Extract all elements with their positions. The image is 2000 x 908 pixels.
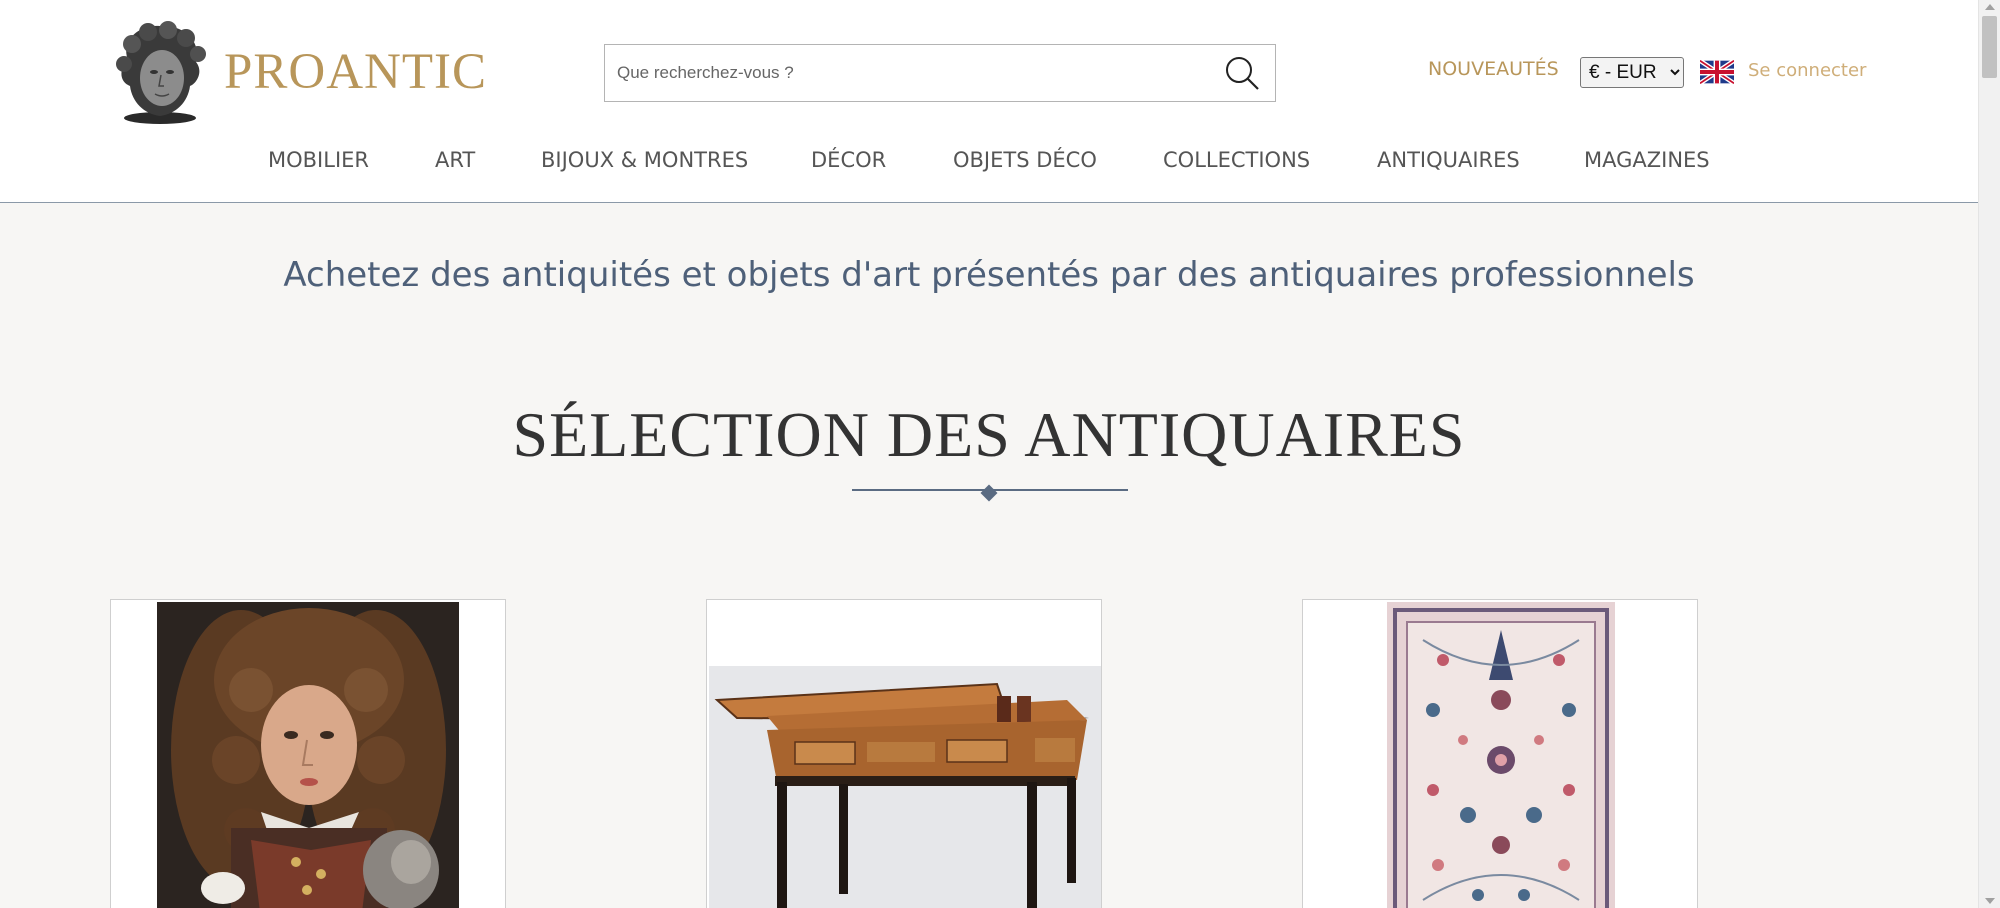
nav-item-mobilier[interactable]: MOBILIER [268, 148, 369, 172]
product-card-table[interactable] [706, 599, 1102, 908]
marquetry-table-image [707, 600, 1101, 908]
uk-flag-icon[interactable] [1700, 60, 1734, 84]
scrollbar-thumb[interactable] [1982, 16, 1997, 78]
vertical-scrollbar[interactable] [1978, 0, 2000, 908]
nav-item-objets-deco[interactable]: OBJETS DÉCO [953, 148, 1097, 172]
main-nav: MOBILIER ART BIJOUX & MONTRES DÉCOR OBJE… [0, 148, 1978, 178]
search-icon[interactable] [1223, 54, 1261, 92]
logo-bust-icon [116, 21, 206, 124]
scroll-up-icon[interactable] [1985, 4, 1995, 10]
nav-item-bijoux-montres[interactable]: BIJOUX & MONTRES [541, 148, 748, 172]
nav-item-decor[interactable]: DÉCOR [811, 148, 886, 172]
nav-item-magazines[interactable]: MAGAZINES [1584, 148, 1710, 172]
search-input[interactable] [605, 45, 1205, 100]
new-arrivals-link[interactable]: NOUVEAUTÉS [1428, 58, 1559, 80]
currency-select[interactable]: € - EUR [1580, 57, 1684, 88]
nav-item-collections[interactable]: COLLECTIONS [1163, 148, 1310, 172]
scroll-down-icon[interactable] [1985, 898, 1995, 904]
page-tagline: Achetez des antiquités et objets d'art p… [283, 255, 1695, 295]
search-bar [604, 44, 1276, 102]
product-card-rug[interactable] [1302, 599, 1698, 908]
product-card-portrait[interactable] [110, 599, 506, 908]
site-header: PROANTIC NOUVEAUTÉS € - EUR Se connecter… [0, 0, 1978, 203]
logo[interactable]: PROANTIC [110, 20, 487, 124]
login-link[interactable]: Se connecter [1748, 60, 1866, 81]
brand-name: PROANTIC [224, 44, 488, 100]
nav-item-antiquaires[interactable]: ANTIQUAIRES [1377, 148, 1520, 172]
nav-item-art[interactable]: ART [435, 148, 475, 172]
section-title: SÉLECTION DES ANTIQUAIRES [512, 399, 1466, 470]
portrait-painting-image [111, 600, 505, 908]
title-divider-ornament [980, 484, 998, 502]
persian-rug-image [1303, 600, 1697, 908]
